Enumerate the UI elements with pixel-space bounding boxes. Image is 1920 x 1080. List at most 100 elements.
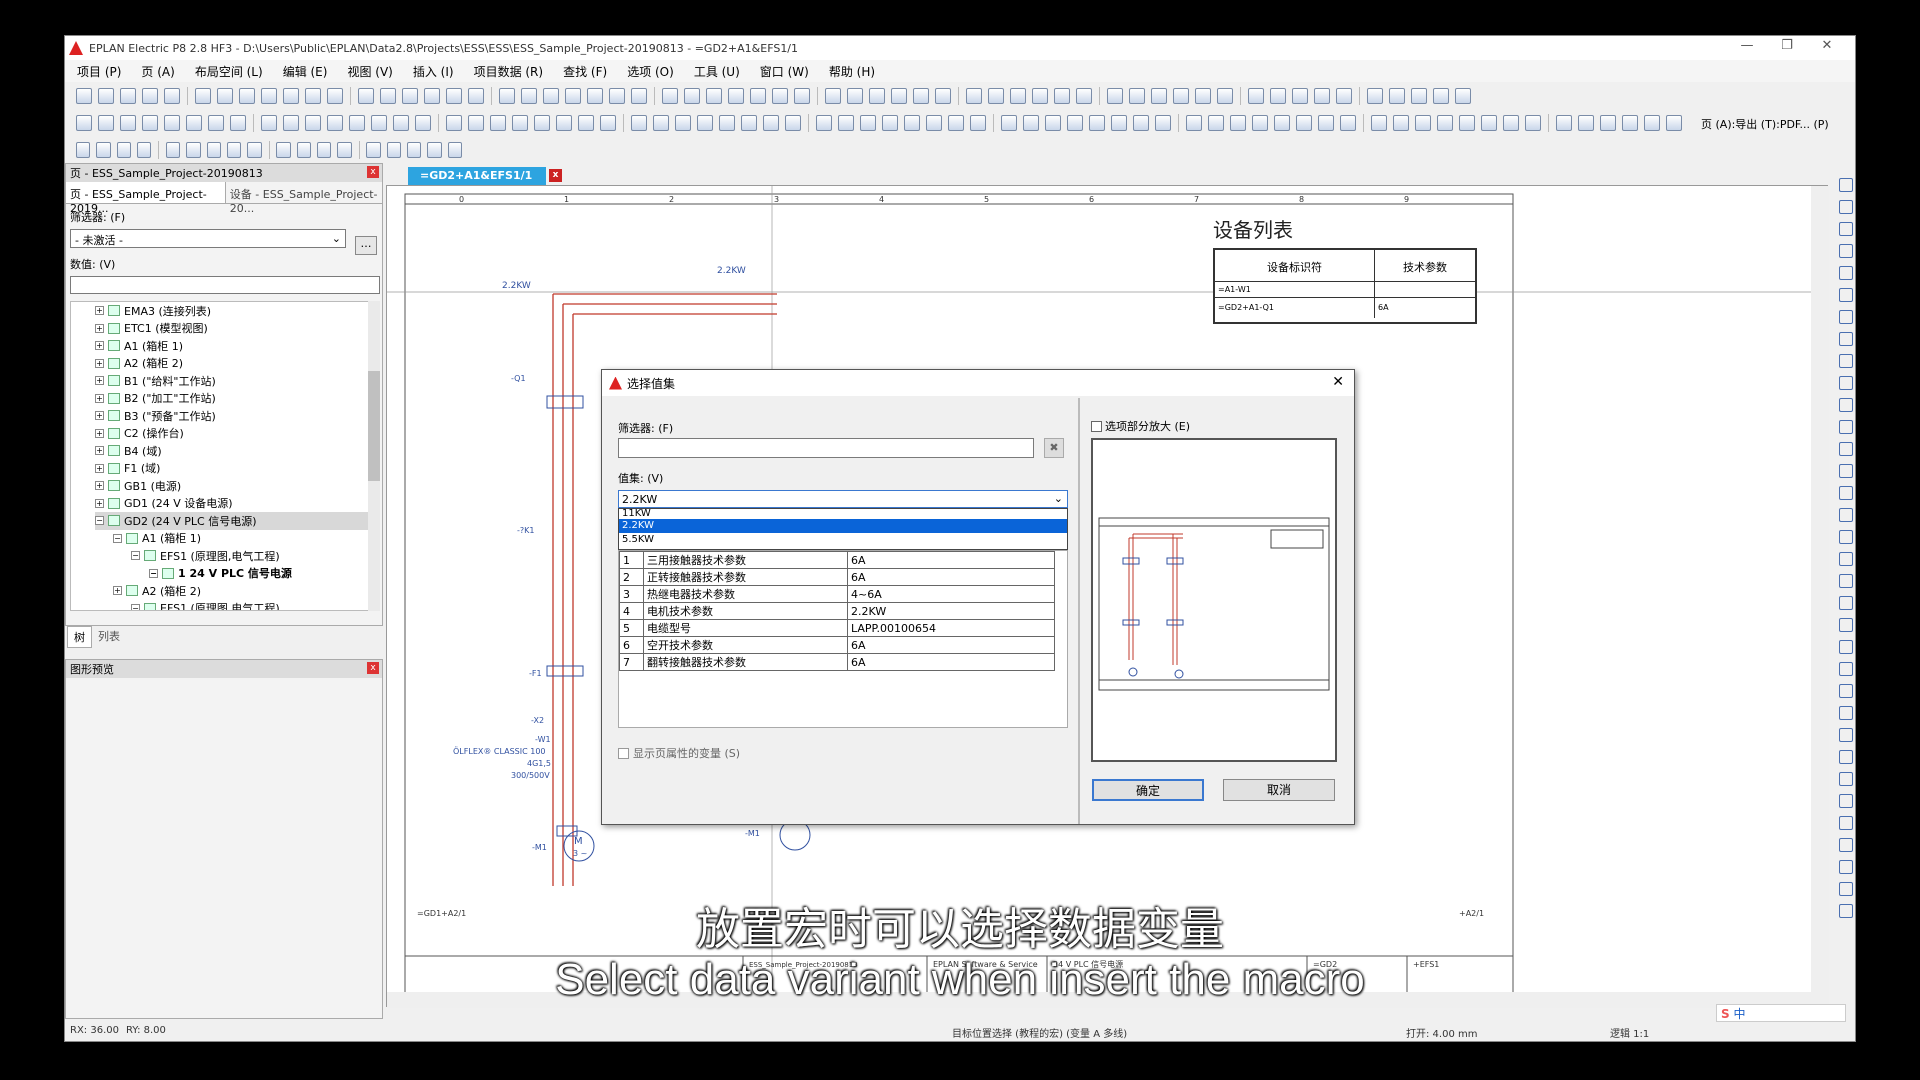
toolbar-icon[interactable] (1600, 115, 1616, 131)
toolbar-icon[interactable] (1389, 88, 1405, 104)
drawing-tool-icon[interactable] (1839, 530, 1853, 544)
expand-icon[interactable]: + (95, 463, 104, 473)
toolbar-icon[interactable] (904, 115, 920, 131)
expand-icon[interactable]: + (95, 481, 104, 491)
toolbar-icon[interactable] (415, 115, 431, 131)
toolbar-icon[interactable] (283, 88, 299, 104)
expand-icon[interactable]: + (95, 446, 104, 456)
variable-row[interactable]: 1 三用接触器技术参数 6A (619, 551, 1055, 569)
toolbar-icon[interactable] (1455, 88, 1471, 104)
toolbar-icon[interactable] (120, 88, 136, 104)
expand-icon[interactable]: − (149, 568, 158, 578)
toolbar-icon[interactable] (1393, 115, 1409, 131)
expand-icon[interactable]: + (95, 358, 104, 368)
drawing-tool-icon[interactable] (1839, 420, 1853, 434)
toolbar-icon[interactable] (447, 142, 462, 158)
toolbar-icon[interactable] (1296, 115, 1312, 131)
toolbar-icon[interactable] (1644, 115, 1660, 131)
toolbar-icon[interactable] (935, 88, 951, 104)
toolbar-icon[interactable] (1666, 115, 1682, 131)
menu-view[interactable]: 视图 (V) (347, 63, 392, 80)
zoom-partial-checkbox[interactable]: 选项部分放大 (E) (1091, 418, 1190, 434)
toolbar-icon[interactable] (371, 115, 387, 131)
toolbar-icon[interactable] (468, 88, 484, 104)
menu-page[interactable]: 页 (A) (141, 63, 174, 80)
drawing-tool-icon[interactable] (1839, 332, 1853, 346)
tree-item[interactable]: + B4 (域) (95, 442, 369, 460)
drawing-tool-icon[interactable] (1839, 178, 1853, 192)
toolbar-icon[interactable] (247, 142, 262, 158)
drawing-tool-icon[interactable] (1839, 662, 1853, 676)
drawing-tool-icon[interactable] (1839, 200, 1853, 214)
tab-document[interactable]: =GD2+A1&EFS1/1 x (408, 167, 562, 185)
toolbar-icon[interactable] (1217, 88, 1233, 104)
expand-icon[interactable]: + (95, 428, 104, 438)
toolbar-icon[interactable] (1336, 88, 1352, 104)
expand-icon[interactable]: + (95, 306, 104, 316)
toolbar-icon[interactable] (1076, 88, 1092, 104)
toolbar-icon[interactable] (869, 88, 885, 104)
toolbar-icon[interactable] (446, 115, 462, 131)
expand-icon[interactable]: − (95, 516, 104, 526)
filter-options-button[interactable]: … (355, 236, 377, 255)
toolbar-icon[interactable] (195, 88, 211, 104)
toolbar-icon[interactable] (543, 88, 559, 104)
tree-item[interactable]: − EFS1 (原理图,电气工程) (95, 600, 369, 610)
toolbar-icon[interactable] (386, 142, 402, 158)
toolbar-icon[interactable] (750, 88, 766, 104)
toolbar-icon[interactable] (847, 88, 863, 104)
close-icon[interactable]: ✕ (1807, 38, 1847, 58)
toolbar-icon[interactable] (728, 88, 744, 104)
toolbar-icon[interactable] (1155, 115, 1171, 131)
menu-layout-space[interactable]: 布局空间 (L) (195, 63, 263, 80)
toolbar-icon[interactable] (402, 88, 418, 104)
expand-icon[interactable]: + (95, 393, 104, 403)
toolbar-icon[interactable] (1173, 88, 1189, 104)
drawing-tool-icon[interactable] (1839, 750, 1853, 764)
value-set-option[interactable]: 11KW (619, 509, 1067, 519)
toolbar-icon[interactable] (578, 115, 594, 131)
toolbar-icon[interactable] (913, 88, 929, 104)
tree-item[interactable]: + A2 (箱柜 2) (95, 582, 369, 600)
tree-item[interactable]: − GD2 (24 V PLC 信号电源) (95, 512, 369, 530)
toolbar-icon[interactable] (427, 142, 442, 158)
close-icon[interactable]: x (367, 662, 379, 674)
drawing-tool-icon[interactable] (1839, 222, 1853, 236)
toolbar-icon[interactable] (741, 115, 757, 131)
toolbar-icon[interactable] (1129, 88, 1145, 104)
toolbar-icon[interactable] (76, 142, 91, 158)
toolbar-icon[interactable] (891, 88, 907, 104)
expand-icon[interactable]: + (113, 586, 122, 596)
toolbar-icon[interactable] (208, 115, 224, 131)
toolbar-icon[interactable] (772, 88, 788, 104)
drawing-tool-icon[interactable] (1839, 552, 1853, 566)
toolbar-icon[interactable] (276, 142, 291, 158)
tree-item[interactable]: + F1 (域) (95, 460, 369, 478)
page-tree[interactable]: + EMA3 (连接列表) + ETC1 (模型视图) + A1 (箱柜 1) + A2 (箱… (70, 301, 370, 611)
toolbar-icon[interactable] (337, 142, 352, 158)
toolbar-icon[interactable] (1054, 88, 1070, 104)
expand-icon[interactable]: − (131, 603, 140, 610)
tree-item[interactable]: + ETC1 (模型视图) (95, 320, 369, 338)
menu-help[interactable]: 帮助 (H) (829, 63, 875, 80)
restore-icon[interactable]: ❐ (1767, 38, 1807, 58)
toolbar-icon[interactable] (349, 115, 365, 131)
toolbar-icon[interactable] (882, 115, 898, 131)
toolbar-icon[interactable] (1032, 88, 1048, 104)
toolbar-icon[interactable] (1340, 115, 1356, 131)
menu-project[interactable]: 项目 (P) (77, 63, 121, 80)
menu-tools[interactable]: 工具 (U) (694, 63, 740, 80)
toolbar-icon[interactable] (239, 88, 255, 104)
toolbar-icon[interactable] (186, 142, 201, 158)
tree-scrollbar[interactable] (368, 301, 380, 611)
toolbar-icon[interactable] (226, 142, 242, 158)
ime-toolbar[interactable]: S 中 (1716, 1004, 1846, 1022)
toolbar-icon[interactable] (468, 115, 484, 131)
toolbar-icon[interactable] (366, 142, 381, 158)
toolbar-icon[interactable] (1433, 88, 1449, 104)
toolbar-icon[interactable] (988, 88, 1004, 104)
toolbar-icon[interactable] (1195, 88, 1211, 104)
toolbar-icon[interactable] (675, 115, 691, 131)
toolbar-icon[interactable] (816, 115, 832, 131)
toolbar-icon[interactable] (1270, 88, 1286, 104)
